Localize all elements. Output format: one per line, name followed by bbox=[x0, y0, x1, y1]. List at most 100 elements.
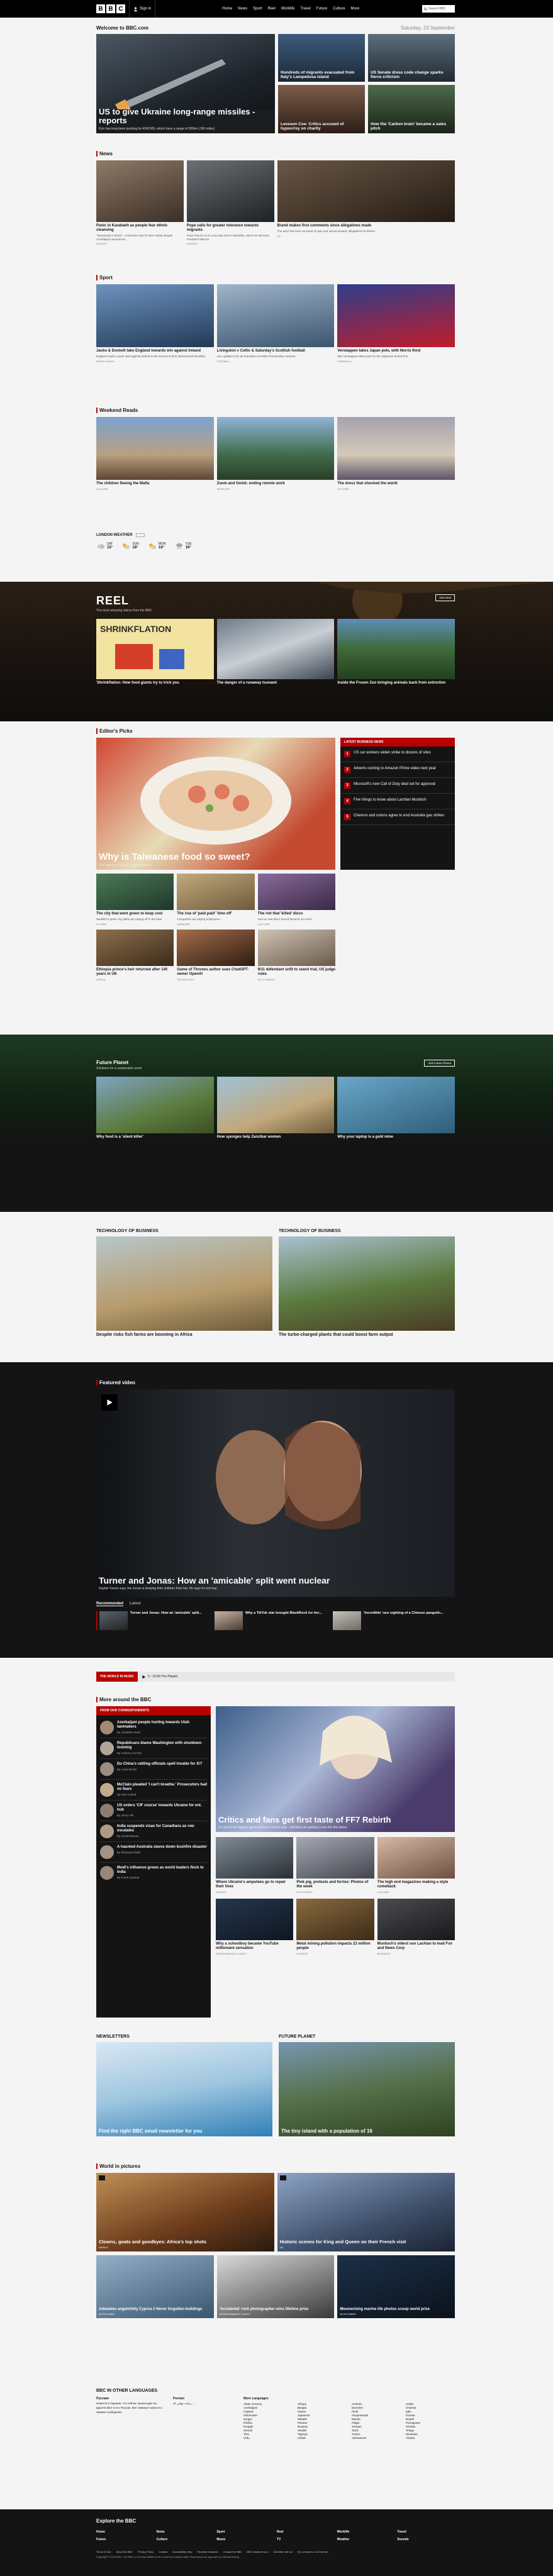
reel-card[interactable]: SHRINKFLATION 'Shrinkflation: How food g… bbox=[96, 619, 214, 686]
nav-link-culture[interactable]: Culture bbox=[333, 7, 345, 11]
more-card[interactable]: Why a schoolboy became YouTube millionai… bbox=[216, 1899, 294, 1955]
pictures-card-small[interactable]: Mesmerising marine life photos scoop wor… bbox=[337, 2255, 455, 2318]
correspondent-item[interactable]: McClain pleaded 'I can't breathe.' Prose… bbox=[100, 1780, 207, 1801]
latest-item[interactable]: 3 Microsoft's new Call of Duty deal set f… bbox=[340, 778, 455, 794]
language-link[interactable]: Burmese bbox=[352, 2406, 401, 2409]
reel-card[interactable]: The danger of a runaway tsunami bbox=[216, 619, 335, 686]
side-story-3[interactable]: Leveson Coe: Critics accused of hypocris… bbox=[278, 85, 365, 133]
footer-link[interactable]: News bbox=[157, 2530, 215, 2534]
tech-card-right[interactable]: TECHNOLOGY OF BUSINESS The turbo-charged… bbox=[279, 1229, 455, 1337]
language-link[interactable]: Igbo bbox=[406, 2410, 455, 2413]
video-thumb[interactable]: Turner and Jonas: How an 'amicable' spli… bbox=[96, 1611, 209, 1630]
future-card[interactable]: Why your laptop is a gold mine bbox=[337, 1077, 455, 1140]
footer-bottom-link[interactable]: Advertise with us bbox=[274, 2550, 293, 2553]
future-card[interactable]: How sponges help Zanzibar women bbox=[216, 1077, 335, 1140]
footer-link[interactable]: Culture bbox=[157, 2538, 215, 2541]
newsletters-card[interactable]: NEWSLETTERS Find the right BBC email new… bbox=[96, 2035, 272, 2136]
language-link[interactable]: Bangla bbox=[298, 2406, 347, 2409]
more-card[interactable]: Murdoch's oldest son Lachlan to lead Fox… bbox=[377, 1899, 455, 1955]
latest-item[interactable]: 5 Chevron and unions agree to end Austral… bbox=[340, 809, 455, 825]
video-thumb[interactable]: Why a TikTok star brought BlackRock for … bbox=[215, 1611, 328, 1630]
more-card[interactable]: The high end magazines making a style co… bbox=[377, 1837, 455, 1894]
tab-latest[interactable]: Latest bbox=[130, 1602, 141, 1606]
nav-link-travel[interactable]: Travel bbox=[300, 7, 310, 11]
latest-item[interactable]: 2 Adverts coming to Amazon Prime video ne… bbox=[340, 762, 455, 778]
nav-link-more[interactable]: More bbox=[351, 7, 360, 11]
correspondent-item[interactable]: Do China's rattling officials spell trou… bbox=[100, 1759, 207, 1780]
language-link[interactable]: Sinhala bbox=[406, 2425, 455, 2428]
news-card[interactable]: Brand makes first comments since allegat… bbox=[277, 160, 455, 245]
reel-card[interactable]: Inside the Frozen Zoo bringing animals b… bbox=[337, 619, 455, 686]
weather-day[interactable]: SUN 18° bbox=[121, 542, 139, 550]
editors-card[interactable]: The rise of 'paid paid' 'time off' Compa… bbox=[177, 874, 255, 926]
language-link[interactable]: Ukrainian bbox=[406, 2433, 455, 2436]
footer-bottom-link[interactable]: Contact the BBC bbox=[223, 2550, 242, 2553]
video-thumb[interactable]: 'Incredible' rare sighting of a Chinese … bbox=[333, 1611, 446, 1630]
hero-story[interactable]: US to give Ukraine long-range missiles -… bbox=[96, 34, 275, 133]
nav-link-future[interactable]: Future bbox=[316, 7, 327, 11]
pictures-card-large[interactable]: Clowns, goats and goodbyes: Africa's top… bbox=[96, 2173, 274, 2251]
pictures-card-small[interactable]: 'Accidental' rock photographer wins life… bbox=[216, 2255, 335, 2318]
featured-video-heading[interactable]: Featured video bbox=[99, 1380, 135, 1385]
language-feature-persian[interactable]: Persian برنامه جهانی که ... bbox=[173, 2397, 236, 2440]
editors-card[interactable]: 9/11 defendant unfit to stand trial, US … bbox=[257, 929, 335, 981]
footer-link[interactable]: Music bbox=[216, 2538, 274, 2541]
footer-link[interactable]: TV bbox=[277, 2538, 335, 2541]
play-button[interactable] bbox=[101, 1394, 118, 1411]
weather-day[interactable]: TUE 19° bbox=[175, 542, 192, 550]
featured-video-player[interactable]: Turner and Jonas: How an 'amicable' spli… bbox=[96, 1389, 455, 1597]
language-link[interactable]: Gujarati bbox=[243, 2410, 293, 2413]
language-link[interactable]: Korean bbox=[406, 2414, 455, 2417]
language-link[interactable]: Swahili bbox=[298, 2429, 347, 2432]
more-card[interactable]: Pink pig, protests and ferries: Photos o… bbox=[296, 1837, 374, 1894]
footer-bottom-link[interactable]: About the BBC bbox=[116, 2550, 133, 2553]
language-link[interactable]: Hindi bbox=[352, 2410, 401, 2413]
more-hero[interactable]: Critics and fans get first taste of FF7 … bbox=[216, 1706, 455, 1832]
music-ticker[interactable]: THE WORLD IN MUSIC 5 - 10:00 The Playlis… bbox=[96, 1672, 455, 1682]
language-link[interactable]: Chinese bbox=[406, 2406, 455, 2409]
language-link[interactable]: Pidgin bbox=[352, 2421, 401, 2424]
sport-card[interactable]: Jacko & Dockett take England towards win… bbox=[96, 284, 214, 363]
nav-link-news[interactable]: News bbox=[238, 7, 247, 11]
language-link[interactable]: Punjabi bbox=[243, 2425, 293, 2428]
footer-link[interactable]: Travel bbox=[397, 2530, 455, 2534]
future-planet-card[interactable]: FUTURE PLANET The tiny island with a pop… bbox=[279, 2035, 455, 2136]
sport-card[interactable]: Verstappen takes Japan pole, with Norris… bbox=[337, 284, 455, 363]
correspondent-item[interactable]: Modi's influence grows as world leaders … bbox=[100, 1863, 207, 1883]
footer-bottom-link[interactable]: Cookies bbox=[159, 2550, 167, 2553]
correspondent-item[interactable]: India suspends visas for Canadians as ro… bbox=[100, 1821, 207, 1842]
news-card[interactable]: Pope calls for greater tolerance towards… bbox=[186, 160, 274, 245]
language-link[interactable]: Telugu bbox=[406, 2429, 455, 2432]
editors-hero[interactable]: Why is Taiwanese food so sweet? The hist… bbox=[96, 738, 335, 870]
language-link[interactable]: Kinyarwanda bbox=[352, 2414, 401, 2417]
language-link[interactable]: Persian bbox=[298, 2421, 347, 2424]
language-link[interactable]: Japanese bbox=[298, 2414, 347, 2417]
side-story-1[interactable]: Hundreds of migrants evacuated from Ital… bbox=[278, 34, 365, 82]
footer-link[interactable]: Sounds bbox=[397, 2538, 455, 2541]
language-link[interactable]: Thai bbox=[243, 2433, 293, 2436]
side-story-4[interactable]: How the 'Carbon brain' became a sales pi… bbox=[368, 85, 455, 133]
footer-link[interactable]: Reel bbox=[277, 2530, 335, 2534]
language-link[interactable]: Nepali bbox=[406, 2418, 455, 2421]
tech-card-left[interactable]: TECHNOLOGY OF BUSINESS Despite risks fis… bbox=[96, 1229, 272, 1337]
nav-link-reel[interactable]: Reel bbox=[268, 7, 276, 11]
editors-heading[interactable]: Editor's Picks bbox=[99, 728, 133, 734]
side-story-2[interactable]: US Senate dress code change sparks fierc… bbox=[368, 34, 455, 82]
pictures-card-large[interactable]: Historic scenes for King and Queen on th… bbox=[277, 2173, 455, 2251]
correspondent-item[interactable]: Republicans blame Washington with shutdo… bbox=[100, 1738, 207, 1759]
language-link[interactable]: Vietnamese bbox=[352, 2436, 401, 2440]
weather-day[interactable]: SAT 15° bbox=[96, 542, 113, 550]
footer-bottom-link[interactable]: Do not share or sell my info bbox=[298, 2550, 328, 2553]
language-link[interactable]: Portuguese bbox=[406, 2421, 455, 2424]
correspondent-item[interactable]: Azerbaijani people hurting towards Utah … bbox=[100, 1718, 207, 1738]
language-link[interactable]: Turkce bbox=[352, 2433, 401, 2436]
language-link[interactable]: Somali bbox=[243, 2429, 293, 2432]
latest-item[interactable]: 4 Five things to know about Lachlan Murdo… bbox=[340, 794, 455, 809]
bbc-logo[interactable]: B B C bbox=[96, 4, 125, 13]
footer-bottom-link[interactable]: Terms of Use bbox=[96, 2550, 111, 2553]
language-link[interactable]: Uzbek bbox=[298, 2436, 347, 2440]
sport-heading[interactable]: Sport bbox=[99, 275, 113, 280]
weekend-card[interactable]: The dress that shocked the world CULTURE bbox=[337, 417, 455, 491]
news-heading[interactable]: News bbox=[99, 151, 113, 157]
language-link[interactable]: Russian bbox=[298, 2425, 347, 2428]
